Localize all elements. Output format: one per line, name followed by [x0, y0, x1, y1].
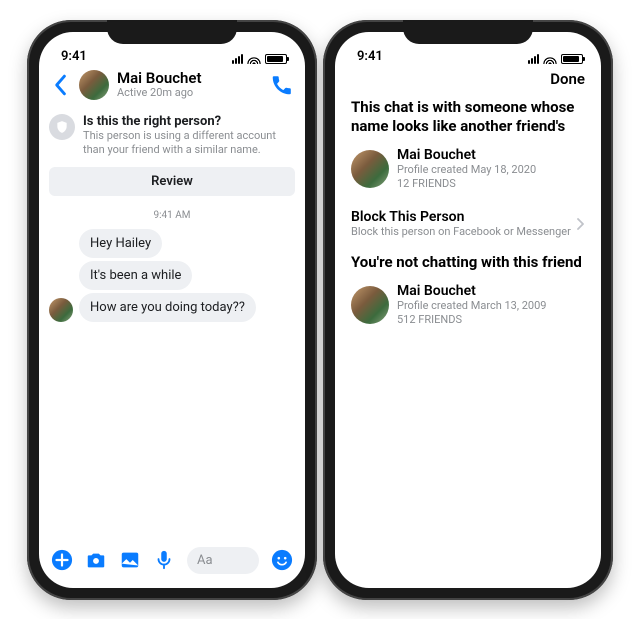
wifi-icon: [543, 54, 557, 64]
timestamp: 9:41 AM: [39, 210, 305, 221]
chat-header: Mai Bouchet Active 20m ago: [39, 66, 305, 108]
contact-presence: Active 20m ago: [117, 87, 263, 100]
warning-subtitle: This person is using a different account…: [83, 129, 295, 158]
person-friends: 12 FRIENDS: [397, 177, 536, 191]
review-button[interactable]: Review: [49, 167, 295, 196]
screen-detail: 9:41 Done This chat is with someone whos…: [335, 32, 601, 588]
message-row: Hey Hailey: [49, 229, 295, 258]
wifi-icon: [247, 54, 261, 64]
contact-name: Mai Bouchet: [117, 70, 263, 87]
message-bubble[interactable]: Hey Hailey: [79, 229, 162, 258]
mic-button[interactable]: [153, 549, 175, 571]
add-button[interactable]: [51, 549, 73, 571]
avatar: [351, 286, 389, 324]
warning-title: Is this the right person?: [83, 114, 295, 129]
message-row: It's been a while: [49, 261, 295, 290]
cellular-icon: [232, 54, 243, 64]
person-created: Profile created March 13, 2009: [397, 299, 546, 313]
battery-icon: [265, 54, 287, 64]
done-button[interactable]: Done: [550, 70, 585, 88]
nav-bar: Done: [335, 66, 601, 98]
phone-right: 9:41 Done This chat is with someone whos…: [323, 20, 613, 600]
avatar[interactable]: [49, 298, 73, 322]
person-suspect[interactable]: Mai Bouchet Profile created May 18, 2020…: [351, 147, 585, 192]
person-real[interactable]: Mai Bouchet Profile created March 13, 20…: [351, 283, 585, 328]
avatar[interactable]: [79, 70, 109, 100]
back-button[interactable]: [49, 74, 71, 96]
person-created: Profile created May 18, 2020: [397, 163, 536, 177]
shield-icon: [49, 114, 75, 140]
notch: [107, 20, 237, 44]
message-bubble[interactable]: It's been a while: [79, 261, 192, 290]
block-title: Block This Person: [351, 209, 571, 225]
message-row: How are you doing today??: [49, 293, 295, 322]
message-bubble[interactable]: How are you doing today??: [79, 293, 256, 322]
impersonation-warning: Is this the right person? This person is…: [39, 108, 305, 158]
call-button[interactable]: [271, 74, 293, 96]
block-person-row[interactable]: Block This Person Block this person on F…: [335, 201, 601, 253]
section-title: You're not chatting with this friend: [351, 253, 585, 273]
camera-button[interactable]: [85, 549, 107, 571]
block-subtitle: Block this person on Facebook or Messeng…: [351, 225, 571, 239]
status-time: 9:41: [357, 49, 383, 64]
status-right: [232, 54, 287, 64]
person-name: Mai Bouchet: [397, 147, 536, 163]
screen-chat: 9:41 Mai Bouchet Active 20m ago: [39, 32, 305, 588]
section-title: This chat is with someone whose name loo…: [351, 98, 585, 137]
battery-icon: [561, 54, 583, 64]
chevron-right-icon: [577, 215, 585, 234]
cellular-icon: [528, 54, 539, 64]
gallery-button[interactable]: [119, 549, 141, 571]
status-time: 9:41: [61, 49, 87, 64]
status-right: [528, 54, 583, 64]
notch: [403, 20, 533, 44]
person-friends: 512 FRIENDS: [397, 313, 546, 327]
header-text[interactable]: Mai Bouchet Active 20m ago: [117, 70, 263, 100]
message-input[interactable]: Aa: [187, 547, 259, 574]
avatar: [351, 150, 389, 188]
message-list: Hey Hailey It's been a while How are you…: [39, 229, 305, 325]
composer: Aa: [39, 539, 305, 588]
person-name: Mai Bouchet: [397, 283, 546, 299]
phone-left: 9:41 Mai Bouchet Active 20m ago: [27, 20, 317, 600]
emoji-button[interactable]: [271, 549, 293, 571]
